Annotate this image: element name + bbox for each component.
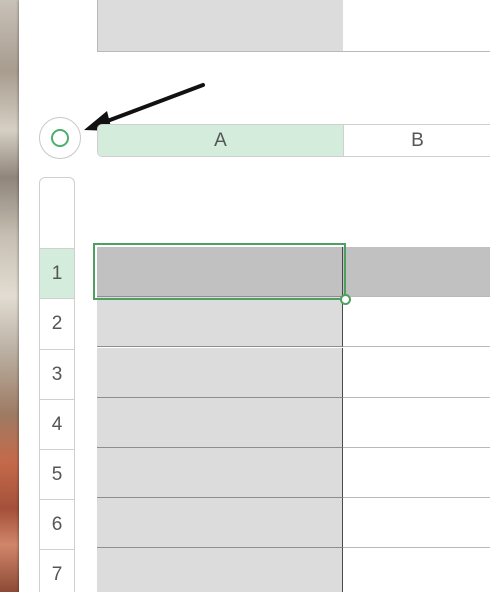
- previous-table-cell-a[interactable]: [97, 0, 344, 52]
- cell-b7[interactable]: [343, 548, 490, 592]
- select-all-button[interactable]: [39, 117, 81, 159]
- row-header-2[interactable]: 2: [40, 298, 74, 348]
- cell-b5[interactable]: [343, 448, 490, 498]
- cell-a4[interactable]: [97, 398, 343, 448]
- cell-b2[interactable]: [343, 297, 490, 347]
- previous-table-cell-b[interactable]: [343, 0, 490, 52]
- row-header-4[interactable]: 4: [40, 399, 74, 449]
- circle-icon: [51, 129, 69, 147]
- row-header-bar: 1 2 3 4 5 6 7: [39, 177, 75, 592]
- row-header-7[interactable]: 7: [40, 549, 74, 592]
- cell-a5[interactable]: [97, 448, 343, 498]
- cell-b4[interactable]: [343, 398, 490, 448]
- row-header-1[interactable]: 1: [40, 248, 74, 298]
- page: A B 1 2 3 4 5 6 7: [0, 0, 490, 592]
- cell-a7[interactable]: [97, 548, 343, 592]
- column-header-b[interactable]: B: [344, 125, 490, 156]
- cell-b3[interactable]: [343, 348, 490, 398]
- column-header-bar: A B: [97, 124, 490, 157]
- column-header-a[interactable]: A: [98, 125, 344, 156]
- cell-a2[interactable]: [97, 297, 343, 347]
- row-header-6[interactable]: 6: [40, 499, 74, 549]
- cell-a6[interactable]: [97, 498, 343, 548]
- desktop-wallpaper: [0, 0, 19, 592]
- cell-b1[interactable]: [343, 247, 490, 297]
- cell-a3[interactable]: [97, 348, 343, 398]
- row-header-5[interactable]: 5: [40, 449, 74, 499]
- cell-selection-outline: [93, 243, 346, 300]
- previous-table: [97, 0, 490, 52]
- selection-resize-handle[interactable]: [340, 294, 351, 305]
- row-header-3[interactable]: 3: [40, 349, 74, 399]
- cell-b6[interactable]: [343, 498, 490, 548]
